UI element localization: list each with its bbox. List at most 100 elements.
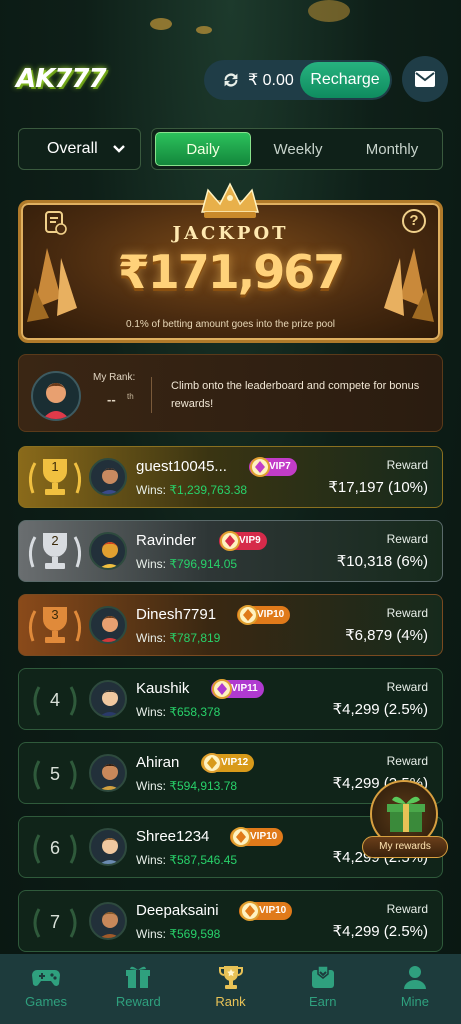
leaderboard-row[interactable]: 2 Ravinder VIP9 Wins: ₹796,914.05 Reward ₹10,… xyxy=(18,520,443,582)
reward-amount: ₹4,299 (2.5%) xyxy=(332,923,428,940)
wins-label: Wins: xyxy=(136,927,170,941)
vip-level: VIP7 xyxy=(269,461,291,472)
jackpot-banner: ? JACKPOT ₹171,967 0.1% of betting amoun… xyxy=(18,200,443,343)
balance-amount: ₹ 0.00 xyxy=(248,72,294,89)
rank-number: 7 xyxy=(49,912,60,932)
my-rank-suffix: th xyxy=(127,392,134,401)
vip-level: VIP11 xyxy=(231,683,258,694)
rank-number: 5 xyxy=(49,764,60,784)
my-rank-message: Climb onto the leaderboard and compete f… xyxy=(171,380,420,410)
my-rewards-button[interactable]: My rewards xyxy=(362,780,448,860)
coin-decoration xyxy=(196,26,212,34)
rank-number: 4 xyxy=(49,690,60,710)
avatar xyxy=(89,680,127,718)
medal-trophy-icon: 3 xyxy=(25,601,85,651)
tab-daily[interactable]: Daily xyxy=(155,132,251,166)
laurel-icon: 5 xyxy=(25,749,85,799)
leaderboard-row[interactable]: 7 Deepaksaini VIP10 Wins: ₹569,598 Reward ₹4,… xyxy=(18,890,443,952)
chevron-down-icon xyxy=(113,145,125,153)
wins-amount: ₹787,819 xyxy=(169,631,221,645)
vip-badge: VIP9 xyxy=(219,531,267,551)
player-name: Kaushik xyxy=(136,680,190,697)
wins-amount: ₹658,378 xyxy=(169,705,221,719)
trophy-icon xyxy=(218,966,243,989)
wins-text: Wins: ₹658,378 xyxy=(136,705,220,719)
wins-amount: ₹569,598 xyxy=(169,927,221,941)
wins-label: Wins: xyxy=(136,483,170,497)
mail-button[interactable] xyxy=(402,56,448,102)
nav-mine-label: Mine xyxy=(400,994,429,1009)
reward-label: Reward xyxy=(386,458,428,472)
wins-text: Wins: ₹796,914.05 xyxy=(136,557,237,571)
avatar xyxy=(89,828,127,866)
wins-amount: ₹1,239,763.38 xyxy=(169,483,248,497)
vip-gem-icon xyxy=(231,827,251,847)
wins-amount: ₹594,913.78 xyxy=(169,779,238,793)
wins-text: Wins: ₹787,819 xyxy=(136,631,220,645)
reward-amount: ₹10,318 (6%) xyxy=(336,553,428,570)
vip-gem-icon xyxy=(220,531,240,551)
vip-level: VIP10 xyxy=(250,831,278,842)
rank-number: 1 xyxy=(51,459,59,474)
jackpot-note: 0.1% of betting amount goes into the pri… xyxy=(125,319,336,330)
tab-monthly[interactable]: Monthly xyxy=(345,132,439,166)
leaderboard-row[interactable]: 1 guest10045... VIP7 Wins: ₹1,239,763.38 Rew… xyxy=(18,446,443,508)
wins-label: Wins: xyxy=(136,779,170,793)
medal-trophy-icon: 1 xyxy=(25,453,85,503)
leaderboard-row[interactable]: 3 Dinesh7791 VIP10 Wins: ₹787,819 Reward ₹6,8… xyxy=(18,594,443,656)
wallet-balance: ₹ 0.00 Recharge xyxy=(204,60,392,100)
vip-badge: VIP10 xyxy=(237,605,291,625)
reward-label: Reward xyxy=(386,532,428,546)
my-rank-card: My Rank: -- th Climb onto the leaderboar… xyxy=(18,354,443,432)
wins-text: Wins: ₹1,239,763.38 xyxy=(136,483,247,497)
wins-amount: ₹587,546.45 xyxy=(169,853,238,867)
my-rank-value: -- xyxy=(107,392,116,407)
laurel-icon: 7 xyxy=(25,897,85,947)
vip-badge: VIP10 xyxy=(230,827,284,847)
scope-dropdown[interactable]: Overall xyxy=(18,128,141,170)
jackpot-amount: ₹171,967 xyxy=(117,245,346,299)
crown-icon xyxy=(201,182,259,218)
avatar xyxy=(89,606,127,644)
vip-gem-icon xyxy=(238,605,258,625)
reward-label: Reward xyxy=(386,902,428,916)
avatar xyxy=(31,371,81,421)
player-name: Dinesh7791 xyxy=(136,606,217,623)
gift-icon xyxy=(126,966,151,988)
period-tabs: Daily Weekly Monthly xyxy=(151,128,443,170)
vip-gem-icon xyxy=(202,753,222,773)
leaderboard-row[interactable]: 4 Kaushik VIP11 Wins: ₹658,378 Reward ₹4,299 … xyxy=(18,668,443,730)
mail-icon xyxy=(415,71,435,87)
wins-amount: ₹796,914.05 xyxy=(169,557,238,571)
nav-mine[interactable]: Mine xyxy=(369,954,461,1024)
top-bar: AK777 ₹ 0.00 Recharge xyxy=(0,56,461,106)
nav-games[interactable]: Games xyxy=(0,954,92,1024)
vip-level: VIP10 xyxy=(259,905,287,916)
tab-weekly[interactable]: Weekly xyxy=(251,132,345,166)
medal-trophy-icon: 2 xyxy=(25,527,85,577)
reward-amount: ₹17,197 (10%) xyxy=(328,479,428,496)
nav-reward[interactable]: Reward xyxy=(92,954,184,1024)
vip-gem-icon xyxy=(240,901,260,921)
wins-label: Wins: xyxy=(136,557,170,571)
recharge-button[interactable]: Recharge xyxy=(300,62,390,98)
app-logo: AK777 xyxy=(16,64,107,94)
bottom-nav: Games Reward Rank Earn Mine xyxy=(0,954,461,1024)
player-name: guest10045... xyxy=(136,458,227,475)
nav-rank-label: Rank xyxy=(215,994,246,1009)
wins-label: Wins: xyxy=(136,853,170,867)
refresh-icon[interactable] xyxy=(220,69,242,91)
vip-gem-icon xyxy=(212,679,232,699)
avatar xyxy=(89,754,127,792)
reward-label: Reward xyxy=(386,606,428,620)
wins-label: Wins: xyxy=(136,705,170,719)
coin-decoration xyxy=(150,18,172,30)
player-name: Deepaksaini xyxy=(136,902,219,919)
nav-earn[interactable]: Earn xyxy=(277,954,369,1024)
laurel-icon: 6 xyxy=(25,823,85,873)
player-name: Ravinder xyxy=(136,532,197,549)
avatar xyxy=(89,458,127,496)
reward-amount: ₹6,879 (4%) xyxy=(345,627,428,644)
wins-text: Wins: ₹594,913.78 xyxy=(136,779,237,793)
nav-rank[interactable]: Rank xyxy=(184,954,276,1024)
